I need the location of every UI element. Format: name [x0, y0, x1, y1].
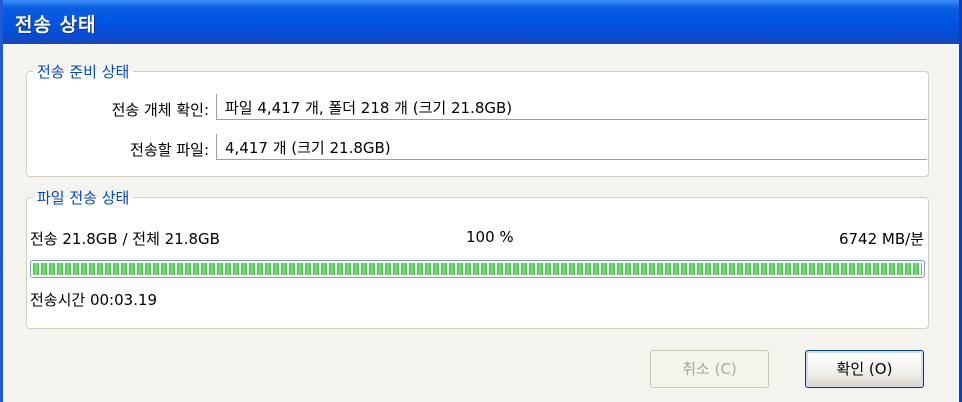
dialog-body: 전송 준비 상태 전송 개체 확인: 파일 4,417 개, 폴더 218 개 …	[3, 44, 959, 402]
objects-check-value: 파일 4,417 개, 폴더 218 개 (크기 21.8GB)	[216, 94, 927, 120]
files-to-send-value: 4,417 개 (크기 21.8GB)	[216, 134, 927, 160]
title-bar[interactable]: 전송 상태	[3, 0, 959, 44]
files-to-send-label: 전송할 파일:	[130, 141, 209, 159]
ok-button[interactable]: 확인 (O)	[805, 350, 924, 388]
prep-status-legend: 전송 준비 상태	[37, 63, 130, 81]
transferred-size-text: 전송 21.8GB / 전체 21.8GB	[30, 230, 220, 248]
objects-check-label: 전송 개체 확인:	[111, 101, 209, 119]
transfer-progress-bar	[30, 260, 925, 278]
transfer-status-legend: 파일 전송 상태	[37, 189, 130, 207]
transfer-status-dialog: 전송 상태 전송 준비 상태 전송 개체 확인: 파일 4,417 개, 폴더 …	[0, 0, 962, 402]
cancel-button[interactable]: 취소 (C)	[650, 350, 769, 388]
elapsed-time-text: 전송시간 00:03.19	[30, 291, 158, 309]
window-title: 전송 상태	[15, 14, 97, 36]
percent-text: 100 %	[466, 228, 514, 246]
transfer-status-group: 파일 전송 상태	[26, 187, 929, 329]
speed-text: 6742 MB/분	[838, 230, 924, 248]
progress-fill	[33, 263, 922, 275]
